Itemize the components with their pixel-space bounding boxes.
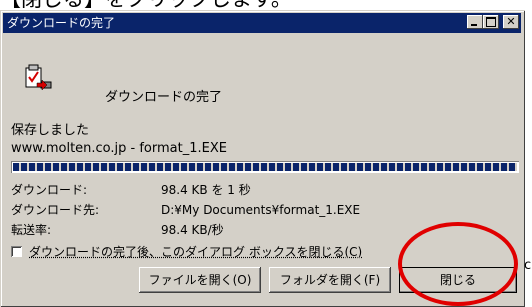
close-on-complete-label[interactable]: ダウンロードの完了後、このダイアログ ボックスを閉じる(C)	[29, 243, 362, 261]
minimize-icon	[471, 24, 477, 26]
title-bar[interactable]: ダウンロードの完了 ✕	[3, 13, 521, 33]
close-on-complete-checkbox[interactable]	[11, 246, 22, 257]
maximize-icon	[486, 17, 496, 27]
open-folder-button[interactable]: フォルダを開く(F)	[269, 267, 391, 293]
info-value: 98.4 KB/秒	[161, 223, 224, 237]
saved-status-label: 保存しました	[11, 123, 90, 138]
close-button[interactable]: 閉じる	[399, 267, 517, 293]
close-icon: ✕	[506, 15, 516, 28]
info-label: ダウンロード:	[11, 183, 88, 197]
download-complete-icon	[23, 63, 53, 93]
instruction-caption: 【閉じる】をクリックします。	[0, 0, 292, 10]
maximize-button[interactable]	[483, 15, 499, 29]
download-complete-dialog: ダウンロードの完了 ✕ ダウンロードの完了 保存しました www.molten.…	[0, 10, 525, 307]
download-progress-bar	[11, 161, 519, 173]
downloaded-file-url: www.molten.co.jp - format_1.EXE	[11, 141, 227, 156]
window-title: ダウンロードの完了	[7, 16, 116, 30]
progress-fill	[13, 163, 517, 171]
side-mark: c	[524, 258, 532, 273]
info-value: D:¥My Documents¥format_1.EXE	[161, 203, 361, 217]
open-file-button[interactable]: ファイルを開く(O)	[139, 267, 261, 293]
info-label: 転送率:	[11, 223, 52, 237]
minimize-button[interactable]	[467, 15, 483, 29]
info-value: 98.4 KB を 1 秒	[161, 183, 251, 197]
info-label: ダウンロード先:	[11, 203, 100, 217]
close-window-button[interactable]: ✕	[503, 15, 519, 29]
dialog-heading: ダウンロードの完了	[105, 90, 223, 105]
